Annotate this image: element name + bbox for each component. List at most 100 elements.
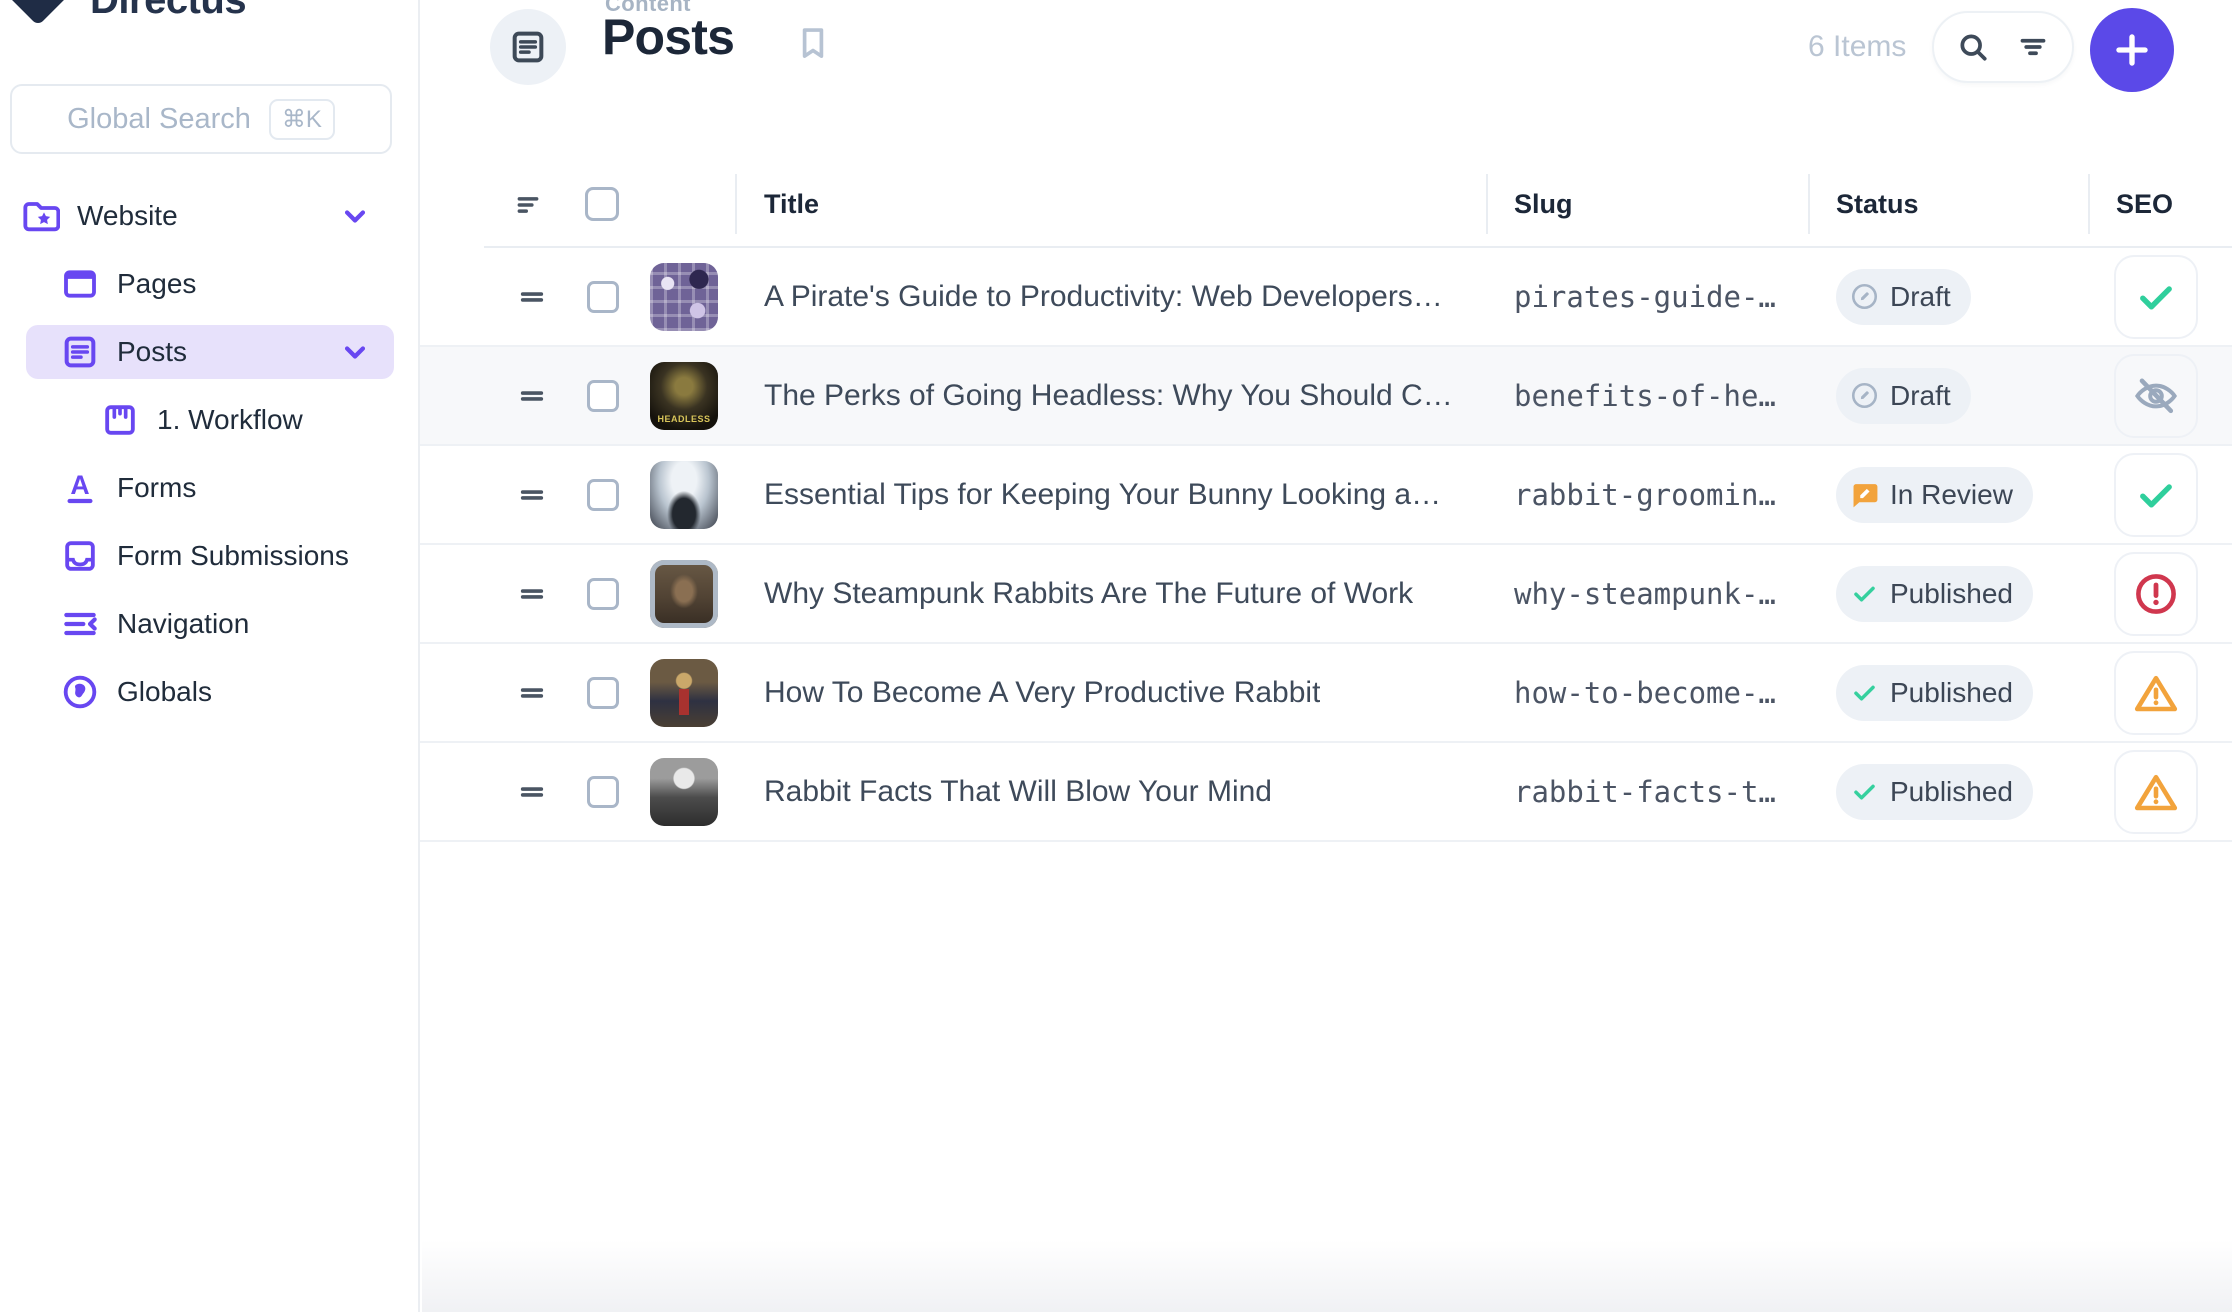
sidebar-item-label: Posts <box>117 336 187 368</box>
chevron-down-icon[interactable] <box>336 333 374 371</box>
status-label: Draft <box>1890 380 1951 412</box>
items-count: 6 Items <box>1808 30 1906 64</box>
row-thumbnail <box>650 758 718 826</box>
row-slug: why-steampunk-… <box>1514 577 1776 611</box>
drag-handle-icon[interactable] <box>516 578 548 610</box>
row-checkbox[interactable] <box>587 479 619 511</box>
sidebar-item-navigation[interactable]: Navigation <box>0 590 418 658</box>
column-header-status[interactable]: Status <box>1836 189 1919 220</box>
sidebar-item-label: 1. Workflow <box>157 404 303 436</box>
row-thumbnail: HEADLESS <box>650 362 718 430</box>
row-thumbnail <box>650 263 718 331</box>
search-shortcut-badge: ⌘K <box>269 99 335 140</box>
letter-a-icon <box>60 468 100 508</box>
column-divider[interactable] <box>1808 174 1810 234</box>
sidebar-item-label: Pages <box>117 268 196 300</box>
page-title: Posts <box>602 8 734 66</box>
seo-indicator[interactable] <box>2114 750 2198 834</box>
chevron-down-icon[interactable] <box>336 197 374 235</box>
seo-indicator[interactable] <box>2114 453 2198 537</box>
row-thumbnail <box>650 461 718 529</box>
bookmark-icon[interactable] <box>792 22 834 64</box>
sidebar-item-label: Forms <box>117 472 196 504</box>
global-search-input[interactable]: Global Search ⌘K <box>10 84 392 154</box>
folder-star-icon <box>20 196 60 236</box>
status-label: In Review <box>1890 479 2013 511</box>
status-icon <box>1849 380 1880 411</box>
article-icon <box>60 332 100 372</box>
sidebar-item-posts[interactable]: Posts <box>0 318 418 386</box>
drag-handle-icon[interactable] <box>516 380 548 412</box>
manual-sort-icon[interactable] <box>514 189 546 221</box>
add-item-button[interactable] <box>2090 8 2174 92</box>
article-icon <box>508 27 548 67</box>
sidebar-item-pages[interactable]: Pages <box>0 250 418 318</box>
status-icon <box>1849 776 1880 807</box>
directus-logo-icon[interactable] <box>4 0 72 26</box>
seo-status-icon <box>2132 471 2180 519</box>
seo-indicator[interactable] <box>2114 255 2198 339</box>
sidebar-item-label: Form Submissions <box>117 540 349 572</box>
filter-icon[interactable] <box>2015 29 2051 65</box>
drag-handle-icon[interactable] <box>516 677 548 709</box>
row-title: The Perks of Going Headless: Why You Sho… <box>764 379 1453 413</box>
status-icon <box>1849 578 1880 609</box>
row-thumbnail <box>650 659 718 727</box>
window-icon <box>60 264 100 304</box>
sidebar-nav: Website Pages Posts 1. Workflow Forms Fo… <box>0 182 418 726</box>
column-divider[interactable] <box>2088 174 2090 234</box>
global-search-placeholder: Global Search <box>67 103 251 136</box>
sidebar-item-website[interactable]: Website <box>0 182 418 250</box>
row-checkbox[interactable] <box>587 281 619 313</box>
kanban-icon <box>100 400 140 440</box>
row-slug: pirates-guide-… <box>1514 280 1776 314</box>
status-icon <box>1849 281 1880 312</box>
row-slug: benefits-of-he… <box>1514 379 1776 413</box>
search-icon[interactable] <box>1955 29 1991 65</box>
thumbnail-caption: HEADLESS <box>650 414 718 424</box>
row-checkbox[interactable] <box>587 776 619 808</box>
inbox-icon <box>60 536 100 576</box>
status-label: Published <box>1890 776 2013 808</box>
sidebar: Directus Global Search ⌘K Website Pages … <box>0 0 420 1312</box>
row-title: Rabbit Facts That Will Blow Your Mind <box>764 775 1272 809</box>
column-header-title[interactable]: Title <box>764 189 819 220</box>
seo-indicator[interactable] <box>2114 651 2198 735</box>
sidebar-item-form-submissions[interactable]: Form Submissions <box>0 522 418 590</box>
row-checkbox[interactable] <box>587 677 619 709</box>
column-header-seo[interactable]: SEO <box>2116 189 2173 220</box>
row-title: Why Steampunk Rabbits Are The Future of … <box>764 577 1413 611</box>
plus-icon <box>2109 27 2155 73</box>
status-icon <box>1849 677 1880 708</box>
column-header-slug[interactable]: Slug <box>1514 189 1573 220</box>
status-badge: Draft <box>1836 269 1971 325</box>
collection-icon-button[interactable] <box>490 9 566 85</box>
sidebar-item-label: Navigation <box>117 608 249 640</box>
column-divider[interactable] <box>735 174 737 234</box>
sidebar-item-workflow[interactable]: 1. Workflow <box>0 386 418 454</box>
seo-indicator[interactable] <box>2114 354 2198 438</box>
row-checkbox[interactable] <box>587 578 619 610</box>
search-filter-toolbar <box>1932 11 2074 83</box>
seo-status-icon <box>2132 768 2180 816</box>
row-title: A Pirate's Guide to Productivity: Web De… <box>764 280 1443 314</box>
drag-handle-icon[interactable] <box>516 479 548 511</box>
globe-icon <box>60 672 100 712</box>
row-slug: rabbit-groomin… <box>1514 478 1776 512</box>
drag-handle-icon[interactable] <box>516 281 548 313</box>
bottom-scroll-fade <box>422 1240 2232 1312</box>
column-divider[interactable] <box>1486 174 1488 234</box>
row-slug: rabbit-facts-t… <box>1514 775 1776 809</box>
row-thumbnail <box>650 560 718 628</box>
status-label: Draft <box>1890 281 1951 313</box>
seo-indicator[interactable] <box>2114 552 2198 636</box>
row-checkbox[interactable] <box>587 380 619 412</box>
sidebar-item-globals[interactable]: Globals <box>0 658 418 726</box>
select-all-checkbox[interactable] <box>585 187 619 221</box>
sidebar-item-forms[interactable]: Forms <box>0 454 418 522</box>
row-slug: how-to-become-… <box>1514 676 1776 710</box>
status-badge: Draft <box>1836 368 1971 424</box>
sidebar-item-label: Website <box>77 200 178 232</box>
status-icon <box>1849 479 1880 510</box>
drag-handle-icon[interactable] <box>516 776 548 808</box>
